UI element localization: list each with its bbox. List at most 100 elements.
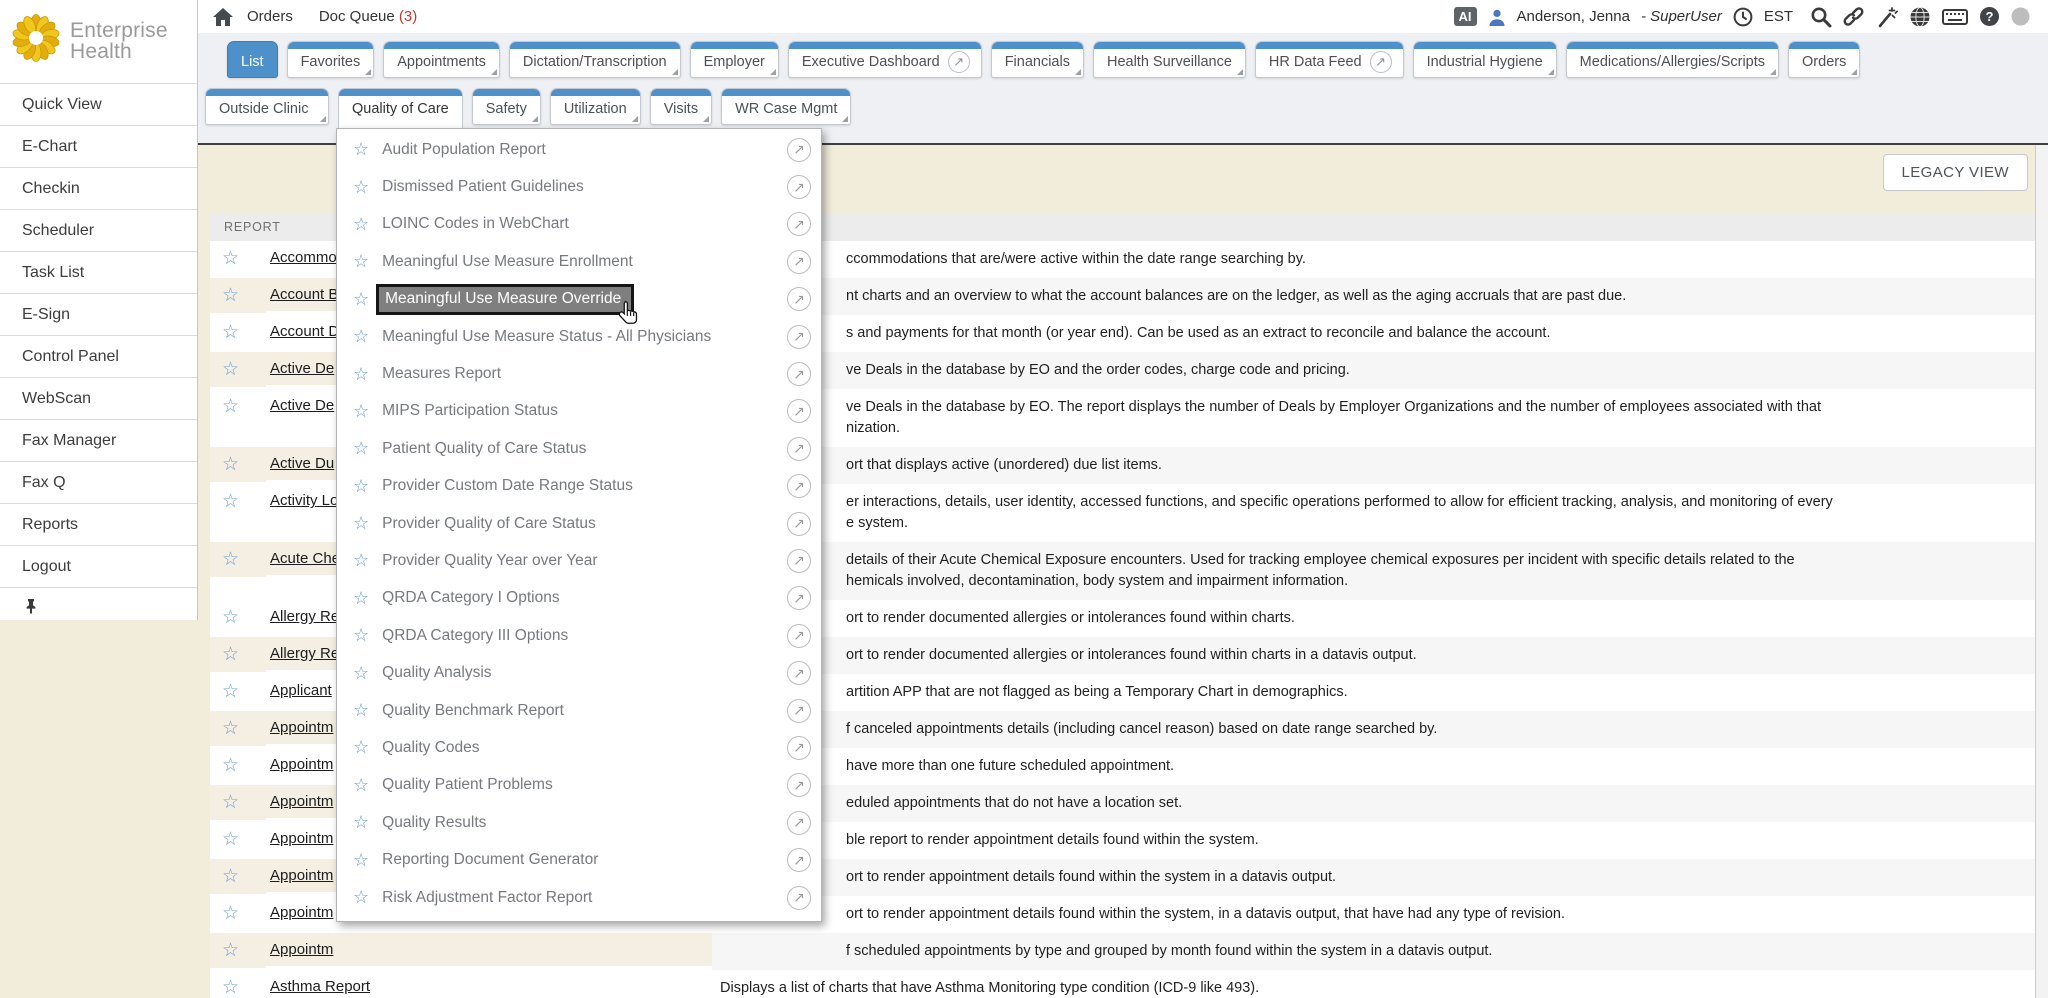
open-in-new-icon[interactable]: ↗ (787, 437, 811, 461)
star-icon-cell[interactable]: ☆ (210, 674, 266, 709)
dropdown-item-provider-custom-date-range-status[interactable]: ☆Provider Custom Date Range Status↗ (337, 468, 821, 505)
dropdown-item-patient-quality-of-care-status[interactable]: ☆Patient Quality of Care Status↗ (337, 430, 821, 467)
sidebar-item-e-chart[interactable]: E-Chart (0, 125, 197, 167)
star-icon-cell[interactable]: ☆ (210, 859, 266, 894)
star-icon-cell[interactable]: ☆ (210, 278, 266, 313)
sidebar-pin-row[interactable] (0, 587, 197, 628)
open-in-new-icon[interactable]: ↗ (787, 512, 811, 536)
open-in-new-icon[interactable]: ↗ (787, 848, 811, 872)
sidebar-item-control-panel[interactable]: Control Panel (0, 335, 197, 377)
report-link[interactable]: Appointm (270, 941, 333, 958)
report-link[interactable]: Appointm (270, 830, 333, 847)
report-link[interactable]: Active De (270, 397, 334, 414)
star-icon-cell[interactable]: ☆ (210, 711, 266, 746)
star-icon-cell[interactable]: ☆ (210, 896, 266, 931)
sidebar-item-logout[interactable]: Logout (0, 545, 197, 587)
star-icon-cell[interactable]: ☆ (210, 447, 266, 482)
star-icon[interactable]: ☆ (353, 850, 369, 871)
star-icon[interactable]: ☆ (353, 139, 369, 160)
star-icon[interactable]: ☆ (353, 326, 369, 347)
legacy-view-button[interactable]: LEGACY VIEW (1883, 154, 2029, 191)
sidebar-item-scheduler[interactable]: Scheduler (0, 209, 197, 251)
star-icon[interactable]: ☆ (353, 588, 369, 609)
tab-financials[interactable]: Financials (991, 41, 1084, 78)
star-icon-cell[interactable]: ☆ (210, 822, 266, 857)
star-icon-cell[interactable]: ☆ (210, 241, 266, 276)
open-in-new-icon[interactable]: ↗ (787, 212, 811, 236)
dropdown-item-qrda-category-iii-options[interactable]: ☆QRDA Category III Options↗ (337, 617, 821, 654)
report-link[interactable]: Active De (270, 360, 334, 377)
star-icon-cell[interactable]: ☆ (210, 484, 266, 519)
report-link[interactable]: Allergy Re (270, 645, 339, 662)
report-link[interactable]: Applicant (270, 682, 332, 699)
tab-safety[interactable]: Safety (472, 88, 541, 125)
open-in-new-icon[interactable]: ↗ (787, 549, 811, 573)
user-name[interactable]: Anderson, Jenna (1517, 8, 1630, 25)
tab-employer[interactable]: Employer (690, 41, 779, 78)
sidebar-item-checkin[interactable]: Checkin (0, 167, 197, 209)
dropdown-item-risk-adjustment-factor-report[interactable]: ☆Risk Adjustment Factor Report↗ (337, 879, 821, 916)
star-icon[interactable]: ☆ (353, 775, 369, 796)
star-icon[interactable]: ☆ (353, 251, 369, 272)
star-icon[interactable]: ☆ (353, 438, 369, 459)
star-icon[interactable]: ☆ (353, 737, 369, 758)
open-in-new-icon[interactable]: ↗ (787, 811, 811, 835)
pushpin-icon[interactable] (24, 598, 38, 619)
tab-orders[interactable]: Orders (1788, 41, 1860, 78)
dropdown-item-provider-quality-of-care-status[interactable]: ☆Provider Quality of Care Status↗ (337, 505, 821, 542)
open-in-new-icon[interactable]: ↗ (787, 661, 811, 685)
dropdown-item-loinc-codes-in-webchart[interactable]: ☆LOINC Codes in WebChart↗ (337, 206, 821, 243)
dropdown-item-quality-benchmark-report[interactable]: ☆Quality Benchmark Report↗ (337, 692, 821, 729)
tab-executive-dashboard[interactable]: Executive Dashboard↗ (788, 41, 982, 78)
star-icon[interactable]: ☆ (353, 476, 369, 497)
open-in-new-icon[interactable]: ↗ (787, 250, 811, 274)
star-icon[interactable]: ☆ (353, 812, 369, 833)
star-icon[interactable]: ☆ (353, 177, 369, 198)
dropdown-item-mips-participation-status[interactable]: ☆MIPS Participation Status↗ (337, 393, 821, 430)
sidebar-item-reports[interactable]: Reports (0, 503, 197, 545)
open-in-new-icon[interactable]: ↗ (787, 175, 811, 199)
sidebar-item-task-list[interactable]: Task List (0, 251, 197, 293)
dropdown-item-qrda-category-i-options[interactable]: ☆QRDA Category I Options↗ (337, 580, 821, 617)
tab-hr-data-feed[interactable]: HR Data Feed↗ (1255, 41, 1404, 78)
star-icon-cell[interactable]: ☆ (210, 785, 266, 820)
breadcrumb-doc-queue[interactable]: Doc Queue (3) (319, 8, 417, 25)
tab-dictation-transcription[interactable]: Dictation/Transcription (509, 41, 681, 78)
ai-badge[interactable]: AI (1454, 7, 1477, 26)
tab-utilization[interactable]: Utilization (550, 88, 641, 125)
home-icon[interactable] (213, 8, 233, 26)
tab-medications-allergies-scripts[interactable]: Medications/Allergies/Scripts (1566, 41, 1779, 78)
star-icon[interactable]: ☆ (353, 625, 369, 646)
clock-icon[interactable] (1733, 7, 1753, 27)
star-icon-cell[interactable]: ☆ (210, 600, 266, 635)
report-link[interactable]: Appointm (270, 793, 333, 810)
sidebar-item-e-sign[interactable]: E-Sign (0, 293, 197, 335)
globe-icon[interactable] (1909, 6, 1931, 28)
help-icon[interactable]: ? (1979, 6, 2000, 27)
keyboard-icon[interactable] (1942, 8, 1968, 26)
open-in-new-icon[interactable]: ↗ (787, 362, 811, 386)
open-in-new-icon[interactable]: ↗ (787, 325, 811, 349)
scrollbar-gutter[interactable] (2035, 33, 2048, 998)
open-in-new-icon[interactable]: ↗ (787, 399, 811, 423)
dropdown-item-quality-analysis[interactable]: ☆Quality Analysis↗ (337, 654, 821, 691)
report-link[interactable]: Asthma Report (270, 978, 370, 995)
report-link[interactable]: Accommo (270, 249, 337, 266)
open-in-new-icon[interactable]: ↗ (787, 138, 811, 162)
star-icon[interactable]: ☆ (353, 289, 369, 310)
star-icon-cell[interactable]: ☆ (210, 389, 266, 424)
report-link[interactable]: Account B (270, 286, 338, 303)
tab-quality-of-care[interactable]: Quality of Care (338, 88, 463, 132)
star-icon-cell[interactable]: ☆ (210, 748, 266, 783)
open-in-new-icon[interactable]: ↗ (787, 886, 811, 910)
star-icon-cell[interactable]: ☆ (210, 970, 266, 998)
tab-industrial-hygiene[interactable]: Industrial Hygiene (1413, 41, 1557, 78)
report-link[interactable]: Acute Che (270, 550, 340, 567)
sidebar-item-quick-view[interactable]: Quick View (0, 83, 197, 125)
star-icon[interactable]: ☆ (353, 513, 369, 534)
dropdown-item-audit-population-report[interactable]: ☆Audit Population Report↗ (337, 131, 821, 168)
star-icon-cell[interactable]: ☆ (210, 542, 266, 577)
star-icon[interactable]: ☆ (353, 214, 369, 235)
search-icon[interactable] (1810, 6, 1832, 28)
dropdown-item-meaningful-use-measure-enrollment[interactable]: ☆Meaningful Use Measure Enrollment↗ (337, 243, 821, 280)
